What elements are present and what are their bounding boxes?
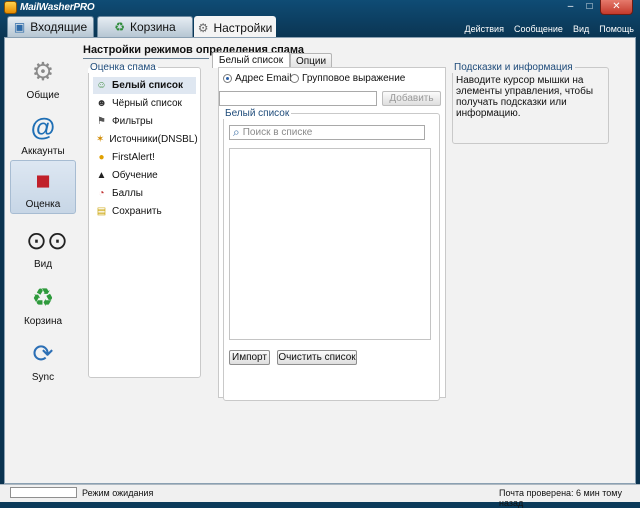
rating-item-firstalert[interactable]: ● FirstAlert! (93, 149, 196, 166)
whitelist-group: Белый список ⌕ Поиск в списке Импорт Очи… (223, 108, 440, 401)
rating-item-save-label: Сохранить (112, 206, 162, 217)
rating-item-learning-label: Обучение (112, 170, 158, 181)
nav-recycle-bin[interactable]: ♻ Корзина (10, 278, 76, 332)
inbox-icon: ▣ (13, 20, 26, 34)
filter-icon: ⚑ (97, 116, 106, 127)
settings-nav: ⚙ Общие @ Аккаунты ■ Оценка ⊙⊙ Вид ♻ Кор… (5, 38, 80, 483)
hints-group: Подсказки и информация Наводите курсор м… (452, 62, 609, 144)
gear-icon: ⚙ (197, 20, 209, 35)
menu-view[interactable]: Вид (573, 24, 589, 34)
menu-message[interactable]: Сообщение (514, 24, 563, 34)
status-left: Режим ожидания (82, 488, 154, 498)
clear-list-button[interactable]: Очистить список (277, 350, 357, 365)
tab-recycle-bin[interactable]: ♻ Корзина (97, 16, 193, 37)
list-search-input[interactable]: ⌕ Поиск в списке (229, 125, 425, 140)
nav-sync-label: Sync (31, 372, 55, 383)
nav-view-label: Вид (33, 259, 53, 270)
radio-email-dot[interactable] (223, 74, 232, 83)
rating-item-learning[interactable]: ▲ Обучение (93, 167, 196, 184)
search-icon: ⌕ (233, 125, 240, 139)
radio-group-label: Групповое выражение (302, 73, 406, 84)
rating-item-whitelist-label: Белый список (112, 80, 183, 91)
rating-item-whitelist[interactable]: ☺ Белый список (93, 77, 196, 94)
radio-email[interactable]: Адрес Email (223, 73, 291, 84)
heading-divider (83, 58, 209, 59)
menu-help[interactable]: Помощь (599, 24, 634, 34)
app-title: MailWasherPRO (20, 2, 95, 13)
progress-bar (10, 487, 77, 498)
whitelist-panel: Адрес Email Групповое выражение Добавить… (218, 67, 446, 401)
rating-item-blacklist-label: Чёрный список (112, 98, 182, 109)
tab-whitelist[interactable]: Белый список (212, 52, 290, 68)
close-button[interactable]: ✕ (600, 0, 633, 15)
at-sign-icon: @ (30, 114, 56, 142)
whitelist-icon: ☺ (96, 80, 107, 91)
radio-group-dot[interactable] (290, 74, 299, 83)
nav-accounts[interactable]: @ Аккаунты (10, 108, 76, 162)
tab-settings-label: Настройки (213, 20, 273, 35)
rating-item-save[interactable]: ▤ Сохранить (93, 203, 196, 220)
tab-recycle-bin-label: Корзина (130, 20, 176, 34)
rating-item-scores[interactable]: ◔ Баллы (93, 185, 196, 202)
list-search-placeholder: Поиск в списке (242, 127, 313, 138)
nav-view[interactable]: ⊙⊙ Вид (10, 221, 76, 275)
dnsbl-icon: ✶ (96, 134, 105, 145)
app-logo-icon (4, 1, 17, 14)
tab-settings[interactable]: ⚙ Настройки (194, 16, 276, 38)
nav-rating[interactable]: ■ Оценка (10, 160, 76, 214)
toolbox-icon: ■ (35, 167, 51, 195)
rating-item-filters-label: Фильтры (112, 116, 153, 127)
hints-text: Наводите курсор мышки на элементы управл… (456, 75, 594, 119)
blacklist-icon: ☻ (96, 98, 107, 109)
import-button[interactable]: Импорт (229, 350, 270, 365)
firstalert-icon: ● (98, 152, 105, 163)
rating-item-dnsbl[interactable]: ✶ Источники(DNSBL) (93, 131, 198, 148)
settings-content: ⚙ Общие @ Аккаунты ■ Оценка ⊙⊙ Вид ♻ Кор… (4, 37, 636, 484)
tab-options[interactable]: Опции (290, 53, 332, 68)
tab-inbox-label: Входящие (30, 20, 88, 34)
maximize-button[interactable]: □ (580, 0, 599, 15)
nav-general[interactable]: ⚙ Общие (10, 52, 76, 106)
status-bar: Режим ожидания Почта проверена: 6 мин то… (0, 484, 640, 508)
whitelist-entries[interactable] (229, 148, 431, 340)
spam-rating-group: Оценка спама ☺ Белый список ☻ Чёрный спи… (88, 62, 201, 378)
recycle-bin-icon: ♻ (31, 284, 55, 312)
add-button[interactable]: Добавить (382, 91, 441, 106)
radio-group-expression[interactable]: Групповое выражение (290, 73, 405, 84)
email-input[interactable] (219, 91, 377, 106)
glasses-icon: ⊙⊙ (26, 227, 68, 255)
nav-recycle-bin-label: Корзина (23, 316, 63, 327)
rating-item-blacklist[interactable]: ☻ Чёрный список (93, 95, 196, 112)
title-bar: MailWasherPRO – □ ✕ (0, 0, 640, 16)
gears-icon: ⚙ (31, 58, 55, 86)
toolbar-links: Действия Сообщение Вид Помощь (465, 24, 634, 34)
app-window: MailWasherPRO – □ ✕ ▣ Входящие ♻ Корзина… (0, 0, 640, 508)
nav-rating-label: Оценка (25, 199, 61, 210)
tab-whitelist-label: Белый список (218, 55, 284, 66)
menu-actions[interactable]: Действия (465, 24, 504, 34)
sync-icon: ⟳ (32, 340, 54, 368)
save-icon: ▤ (96, 206, 107, 217)
hints-title: Подсказки и информация (454, 62, 573, 73)
tab-options-label: Опции (295, 55, 327, 67)
rating-item-scores-label: Баллы (112, 188, 143, 199)
status-right: Почта проверена: 6 мин тому назад (499, 488, 623, 508)
learning-icon: ▲ (96, 170, 107, 181)
tab-inbox[interactable]: ▣ Входящие (7, 16, 94, 37)
minimize-button[interactable]: – (561, 0, 580, 15)
spam-rating-title: Оценка спама (90, 62, 156, 73)
whitelist-group-title: Белый список (225, 108, 290, 119)
recycle-icon: ♻ (114, 20, 126, 34)
nav-general-label: Общие (26, 90, 60, 101)
rating-item-filters[interactable]: ⚑ Фильтры (93, 113, 196, 130)
rating-item-firstalert-label: FirstAlert! (112, 152, 155, 163)
scores-icon: ◔ (98, 188, 105, 199)
nav-accounts-label: Аккаунты (21, 146, 65, 157)
rating-item-dnsbl-label: Источники(DNSBL) (109, 134, 198, 145)
radio-email-label: Адрес Email (235, 73, 292, 84)
nav-sync[interactable]: ⟳ Sync (10, 334, 76, 388)
